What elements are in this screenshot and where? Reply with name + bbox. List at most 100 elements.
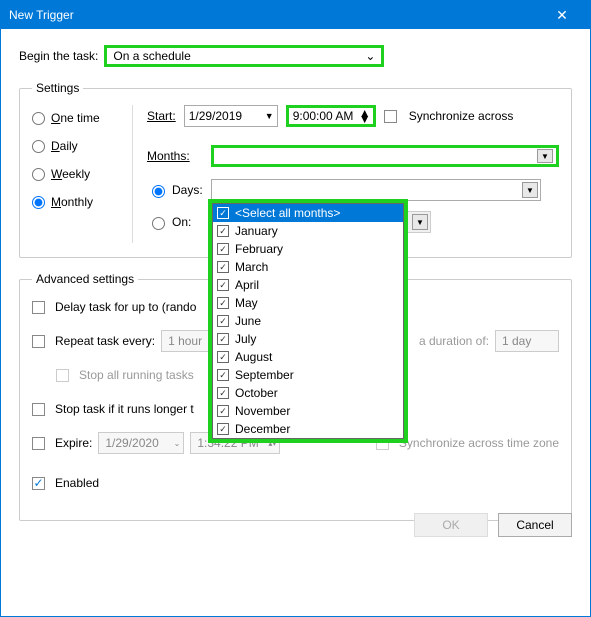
- freq-weekly[interactable]: Weekly: [32, 167, 132, 181]
- titlebar: New Trigger ✕: [1, 1, 590, 29]
- window-title: New Trigger: [9, 8, 542, 22]
- sync-checkbox[interactable]: [384, 110, 397, 123]
- repeat-label: Repeat task every:: [55, 334, 155, 348]
- enabled-row: ✓ Enabled: [32, 472, 559, 494]
- begin-task-label: Begin the task:: [19, 49, 98, 63]
- begin-task-value: On a schedule: [113, 49, 190, 63]
- months-select-all[interactable]: ✓ <Select all months>: [213, 204, 403, 222]
- months-row: Months: ▼: [147, 145, 559, 167]
- checkbox-icon[interactable]: ✓: [217, 261, 229, 273]
- month-label: September: [235, 368, 294, 382]
- month-label: April: [235, 278, 259, 292]
- month-label: July: [235, 332, 256, 346]
- stop-longer-label: Stop task if it runs longer t: [55, 402, 194, 416]
- checkbox-icon[interactable]: ✓: [217, 387, 229, 399]
- month-label: February: [235, 242, 283, 256]
- months-item[interactable]: ✓ April: [213, 276, 403, 294]
- checkbox-icon[interactable]: ✓: [217, 369, 229, 381]
- freq-one-time[interactable]: One time: [32, 111, 132, 125]
- months-item[interactable]: ✓ February: [213, 240, 403, 258]
- freq-monthly[interactable]: Monthly: [32, 195, 132, 209]
- month-label: January: [235, 224, 278, 238]
- months-item[interactable]: ✓ July: [213, 330, 403, 348]
- checkbox-icon[interactable]: ✓: [217, 423, 229, 435]
- expire-label: Expire:: [55, 436, 92, 450]
- checkbox-icon[interactable]: ✓: [217, 297, 229, 309]
- begin-task-row: Begin the task: On a schedule ⌄: [19, 45, 572, 67]
- close-icon[interactable]: ✕: [542, 7, 582, 24]
- checkbox-icon[interactable]: ✓: [217, 351, 229, 363]
- months-label: Months:: [147, 149, 203, 163]
- enabled-label: Enabled: [55, 476, 99, 490]
- days-dropdown[interactable]: ▼: [211, 179, 541, 201]
- months-item[interactable]: ✓ October: [213, 384, 403, 402]
- dropdown-button-icon[interactable]: ▼: [537, 149, 553, 163]
- expire-checkbox[interactable]: [32, 437, 45, 450]
- checkbox-icon[interactable]: ✓: [217, 225, 229, 237]
- freq-one-time-radio[interactable]: [32, 112, 45, 125]
- ok-button[interactable]: OK: [414, 513, 488, 537]
- checkbox-icon[interactable]: ✓: [217, 315, 229, 327]
- chevron-down-icon: ⌄: [174, 439, 181, 448]
- spinner-icon[interactable]: ▲▼: [359, 110, 371, 122]
- start-date-value: 1/29/2019: [189, 109, 242, 123]
- sync-tz-label: Synchronize across time zone: [399, 436, 559, 450]
- months-item[interactable]: ✓ November: [213, 402, 403, 420]
- start-label: Start:: [147, 109, 176, 123]
- on-radio[interactable]: [152, 217, 165, 230]
- delay-checkbox[interactable]: [32, 301, 45, 314]
- freq-daily[interactable]: Daily: [32, 139, 132, 153]
- months-item[interactable]: ✓ March: [213, 258, 403, 276]
- freq-weekly-radio[interactable]: [32, 168, 45, 181]
- freq-daily-radio[interactable]: [32, 140, 45, 153]
- months-item[interactable]: ✓ May: [213, 294, 403, 312]
- month-label: March: [235, 260, 268, 274]
- months-dropdown-list: ✓ <Select all months> ✓January✓February✓…: [208, 199, 408, 443]
- stop-longer-checkbox[interactable]: [32, 403, 45, 416]
- on-radio-label[interactable]: On:: [147, 214, 203, 230]
- months-item[interactable]: ✓ January: [213, 222, 403, 240]
- advanced-legend: Advanced settings: [32, 272, 138, 286]
- sync-label: Synchronize across: [409, 109, 514, 123]
- dialog-buttons: OK Cancel: [414, 513, 572, 537]
- freq-monthly-radio[interactable]: [32, 196, 45, 209]
- stop-running-label: Stop all running tasks: [79, 368, 194, 382]
- months-item[interactable]: ✓ December: [213, 420, 403, 438]
- months-item[interactable]: ✓ August: [213, 348, 403, 366]
- delay-label: Delay task for up to (rando: [55, 300, 196, 314]
- expire-date-field[interactable]: 1/29/2020⌄: [98, 432, 184, 454]
- stop-running-checkbox: [56, 369, 69, 382]
- settings-legend: Settings: [32, 81, 83, 95]
- month-label: October: [235, 386, 278, 400]
- repeat-checkbox[interactable]: [32, 335, 45, 348]
- months-select-all-label: <Select all months>: [235, 206, 340, 220]
- month-label: December: [235, 422, 290, 436]
- dropdown-button-icon: ▼: [412, 214, 428, 230]
- checkbox-icon[interactable]: ✓: [217, 405, 229, 417]
- dialog-window: New Trigger ✕ Begin the task: On a sched…: [0, 0, 591, 617]
- month-label: June: [235, 314, 261, 328]
- start-time-field[interactable]: 9:00:00 AM ▲▼: [286, 105, 376, 127]
- duration-label: a duration of:: [419, 334, 489, 348]
- frequency-options: One time Daily Weekly Monthly: [32, 105, 132, 243]
- checkbox-icon[interactable]: ✓: [217, 333, 229, 345]
- start-date-field[interactable]: 1/29/2019 ▼: [184, 105, 278, 127]
- duration-dropdown[interactable]: 1 day: [495, 330, 559, 352]
- begin-task-dropdown[interactable]: On a schedule ⌄: [104, 45, 384, 67]
- days-radio[interactable]: [152, 185, 165, 198]
- enabled-checkbox[interactable]: ✓: [32, 477, 45, 490]
- checkbox-icon[interactable]: ✓: [217, 243, 229, 255]
- dialog-content: Begin the task: On a schedule ⌄ Settings…: [1, 29, 590, 551]
- months-item[interactable]: ✓ September: [213, 366, 403, 384]
- chevron-down-icon: ▼: [265, 111, 274, 121]
- checkbox-icon[interactable]: ✓: [217, 207, 229, 219]
- checkbox-icon[interactable]: ✓: [217, 279, 229, 291]
- month-label: November: [235, 404, 290, 418]
- month-label: August: [235, 350, 272, 364]
- month-label: May: [235, 296, 258, 310]
- dropdown-button-icon[interactable]: ▼: [522, 182, 538, 198]
- months-item[interactable]: ✓ June: [213, 312, 403, 330]
- days-radio-label[interactable]: Days:: [147, 182, 203, 198]
- months-dropdown[interactable]: ▼: [211, 145, 559, 167]
- cancel-button[interactable]: Cancel: [498, 513, 572, 537]
